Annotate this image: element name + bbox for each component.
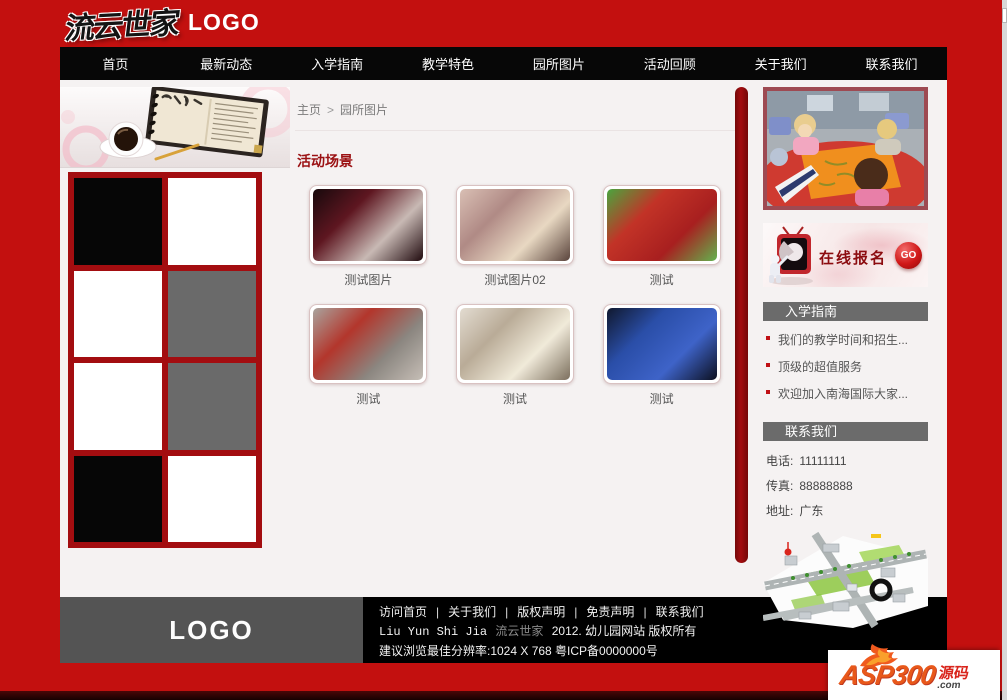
contact-value: 11111111 (799, 454, 847, 468)
section-title: 活动场景 (297, 153, 353, 169)
footer-link[interactable]: 访问首页 (379, 605, 427, 619)
brand-calligraphy-logo: 流云世家 (63, 7, 181, 46)
nav-item[interactable]: 关于我们 (725, 54, 836, 73)
nav-item[interactable]: 入学指南 (282, 54, 393, 73)
nav-item[interactable]: 最新动态 (171, 54, 282, 73)
nav-item[interactable]: 活动回顾 (614, 54, 725, 73)
copyright-latin: Liu Yun Shi Jia (379, 625, 488, 639)
checker-cell (168, 363, 256, 450)
main-column: 主页 > 园所图片 活动场景 测试图片 测试图片02 测试 测试 测试 测试 (295, 80, 735, 407)
contact-label: 电话: (766, 454, 794, 468)
photo-thumbnail[interactable] (455, 185, 574, 265)
scrollbar-thumb[interactable] (1002, 8, 1007, 23)
photo-cell: 测试图片 (295, 185, 442, 288)
guide-link[interactable]: 欢迎加入南海国际大家... (763, 380, 928, 407)
photo-caption: 测试图片02 (484, 273, 546, 287)
contact-row: 地址: 广东 (763, 498, 928, 523)
watermark-text: ASP300 源码 .com (838, 660, 971, 691)
breadcrumb-current[interactable]: 园所图片 (340, 103, 388, 117)
photo-grid: 测试图片 测试图片02 测试 测试 测试 测试 (295, 185, 735, 407)
footer-link[interactable]: 免责声明 (565, 605, 634, 619)
checker-cell (168, 178, 256, 265)
checker-cell (74, 363, 162, 450)
contact-label: 地址: (766, 504, 794, 518)
photo-thumbnail[interactable] (309, 185, 428, 265)
checker-cell (74, 270, 162, 357)
nav-item[interactable]: 联系我们 (836, 54, 947, 73)
contact-row: 传真: 88888888 (763, 473, 928, 498)
photo-thumbnail[interactable] (602, 185, 721, 265)
location-map (762, 528, 928, 633)
kids-activity-illustration (767, 91, 924, 206)
guide-section-header: 入学指南 (763, 302, 928, 321)
watermark-brand: ASP300 (837, 659, 937, 690)
copyright-rest: 2012. 幼儿园网站 版权所有 (551, 624, 697, 638)
kids-activity-photo (763, 87, 928, 210)
scrollbar-track[interactable] (1002, 0, 1007, 700)
photo-cell: 测试 (588, 304, 735, 407)
photo-cell: 测试 (442, 304, 589, 407)
guide-link[interactable]: 顶级的超值服务 (763, 353, 928, 380)
asp300-watermark[interactable]: ASP300 源码 .com (828, 644, 1000, 700)
checker-cell (74, 455, 162, 542)
photo-image (459, 308, 570, 380)
photo-image (459, 189, 570, 261)
guide-link-list: 我们的教学时间和招生... 顶级的超值服务 欢迎加入南海国际大家... (763, 326, 928, 407)
photo-image (313, 189, 424, 261)
photo-caption: 测试 (356, 392, 381, 406)
megaphone-mascot-icon (769, 226, 813, 285)
signup-label: 在线报名 (819, 250, 888, 267)
nav-item[interactable]: 教学特色 (393, 54, 504, 73)
photo-cell: 测试 (588, 185, 735, 288)
photo-cell: 测试 (295, 304, 442, 407)
page-container: 流云世家 LOGO 首页 最新动态 入学指南 教学特色 园所图片 活动回顾 关于我们 联系我们 (60, 0, 947, 663)
photo-image (606, 308, 717, 380)
footer-link[interactable]: 版权声明 (496, 605, 565, 619)
photo-caption: 测试 (502, 392, 527, 406)
photo-caption: 测试图片 (344, 273, 393, 287)
photo-caption: 测试 (649, 273, 674, 287)
right-sidebar: 在线报名 GO 入学指南 我们的教学时间和招生... 顶级的超值服务 欢迎加入南海国… (762, 87, 928, 633)
guide-link[interactable]: 我们的教学时间和招生... (763, 326, 928, 353)
content-area: 主页 > 园所图片 活动场景 测试图片 测试图片02 测试 测试 测试 测试 在… (60, 80, 947, 629)
contact-value: 广东 (799, 504, 824, 518)
checker-cell (74, 178, 162, 265)
contact-section-header: 联系我们 (763, 422, 928, 441)
nav-item[interactable]: 首页 (60, 54, 171, 73)
photo-thumbnail[interactable] (602, 304, 721, 384)
coffee-notebook-banner (60, 87, 290, 168)
watermark-domain: .com (936, 679, 962, 691)
contact-value: 88888888 (799, 479, 853, 493)
breadcrumb-separator: > (327, 103, 335, 117)
photo-image (606, 189, 717, 261)
contact-list: 电话: 11111111 传真: 88888888 地址: 广东 (763, 448, 928, 523)
go-button[interactable]: GO (895, 242, 922, 269)
nav-item[interactable]: 园所图片 (504, 54, 615, 73)
footer-link[interactable]: 关于我们 (427, 605, 496, 619)
coffee-notebook-illustration (60, 87, 290, 167)
online-signup-banner[interactable]: 在线报名 GO (763, 223, 928, 287)
main-nav: 首页 最新动态 入学指南 教学特色 园所图片 活动回顾 关于我们 联系我们 (60, 47, 947, 80)
site-logo-text: LOGO (188, 9, 260, 35)
checker-cell (168, 270, 256, 357)
photo-cell: 测试图片02 (442, 185, 589, 288)
photo-caption: 测试 (649, 392, 674, 406)
location-map-illustration (762, 531, 928, 629)
footer-logo: LOGO (60, 597, 363, 663)
checkered-image-block (68, 172, 262, 548)
photo-thumbnail[interactable] (309, 304, 428, 384)
contact-row: 电话: 11111111 (763, 448, 928, 473)
contact-label: 传真: (766, 479, 794, 493)
photo-thumbnail[interactable] (455, 304, 574, 384)
copyright-brand: 流云世家 (495, 624, 544, 638)
footer-link[interactable]: 联系我们 (634, 605, 703, 619)
breadcrumb-home-link[interactable]: 主页 (297, 103, 321, 117)
vertical-divider-bar (735, 87, 748, 563)
watermark-tag: 源码 (937, 664, 971, 682)
photo-image (313, 308, 424, 380)
checker-cell (168, 455, 256, 542)
breadcrumb: 主页 > 园所图片 (295, 80, 735, 131)
site-header: 流云世家 LOGO (60, 0, 947, 47)
